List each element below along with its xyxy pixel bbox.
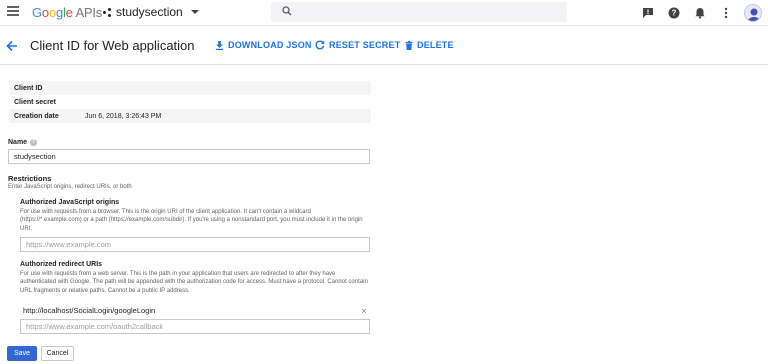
notifications-icon[interactable] <box>691 4 709 22</box>
name-label: Name <box>8 139 28 146</box>
support-icon[interactable] <box>639 4 657 22</box>
download-icon <box>216 40 223 50</box>
name-field[interactable] <box>8 149 370 164</box>
redirect-uris-description: For use with requests from a web server.… <box>20 271 368 294</box>
redirect-uri-input[interactable] <box>20 319 370 334</box>
chevron-down-icon <box>190 10 199 14</box>
refresh-icon <box>315 40 325 50</box>
account-avatar[interactable] <box>744 4 762 22</box>
creation-date-label: Creation date <box>14 112 59 120</box>
delete-button[interactable]: DELETE <box>405 40 454 50</box>
back-arrow-icon[interactable] <box>5 39 19 53</box>
redirect-uri-row: http://localhost/SocialLogin/googleLogin… <box>20 303 370 318</box>
client-secret-row: Client secret <box>9 95 371 109</box>
search-input[interactable] <box>301 4 551 20</box>
project-selector[interactable]: studysection <box>103 5 199 19</box>
search-icon <box>282 6 292 16</box>
creation-date-value: Jun 6, 2018, 3:26:43 PM <box>85 112 162 120</box>
top-app-bar: Google APIs studysection ? <box>0 0 768 26</box>
creation-date-row: Creation date Jun 6, 2018, 3:26:43 PM <box>9 109 371 123</box>
trash-icon <box>405 40 413 50</box>
restrictions-title: Restrictions <box>8 174 52 183</box>
search-bar[interactable] <box>271 2 567 22</box>
menu-icon[interactable] <box>7 6 19 18</box>
client-id-row: Client ID <box>9 81 371 95</box>
client-secret-label: Client secret <box>14 98 57 106</box>
page-header: Client ID for Web application DOWNLOAD J… <box>0 27 768 65</box>
js-origins-title: Authorized JavaScript origins <box>20 199 120 206</box>
project-name: studysection <box>116 5 183 19</box>
remove-uri-icon[interactable]: × <box>358 306 370 316</box>
redirect-uris-title: Authorized redirect URIs <box>20 261 103 268</box>
js-origins-description: For use with requests from a browser. Th… <box>20 209 363 232</box>
save-button[interactable]: Save <box>7 346 37 361</box>
help-circle-icon[interactable]: ? <box>30 139 37 146</box>
top-icons: ? <box>631 4 768 22</box>
more-vert-icon[interactable] <box>717 4 735 22</box>
js-origin-input[interactable] <box>20 237 370 252</box>
redirect-uri-value: http://localhost/SocialLogin/googleLogin <box>23 306 156 315</box>
google-apis-logo[interactable]: Google APIs <box>32 5 102 20</box>
project-icon <box>103 7 112 17</box>
page-title: Client ID for Web application <box>30 38 195 53</box>
download-json-button[interactable]: DOWNLOAD JSON <box>215 40 312 50</box>
svg-text:?: ? <box>672 9 677 18</box>
cancel-button[interactable]: Cancel <box>41 346 74 361</box>
help-icon[interactable]: ? <box>665 4 683 22</box>
reset-secret-button[interactable]: RESET SECRET <box>315 40 400 50</box>
client-id-label: Client ID <box>14 84 43 92</box>
restrictions-subtitle: Enter JavaScript origins, redirect URIs,… <box>8 184 132 190</box>
